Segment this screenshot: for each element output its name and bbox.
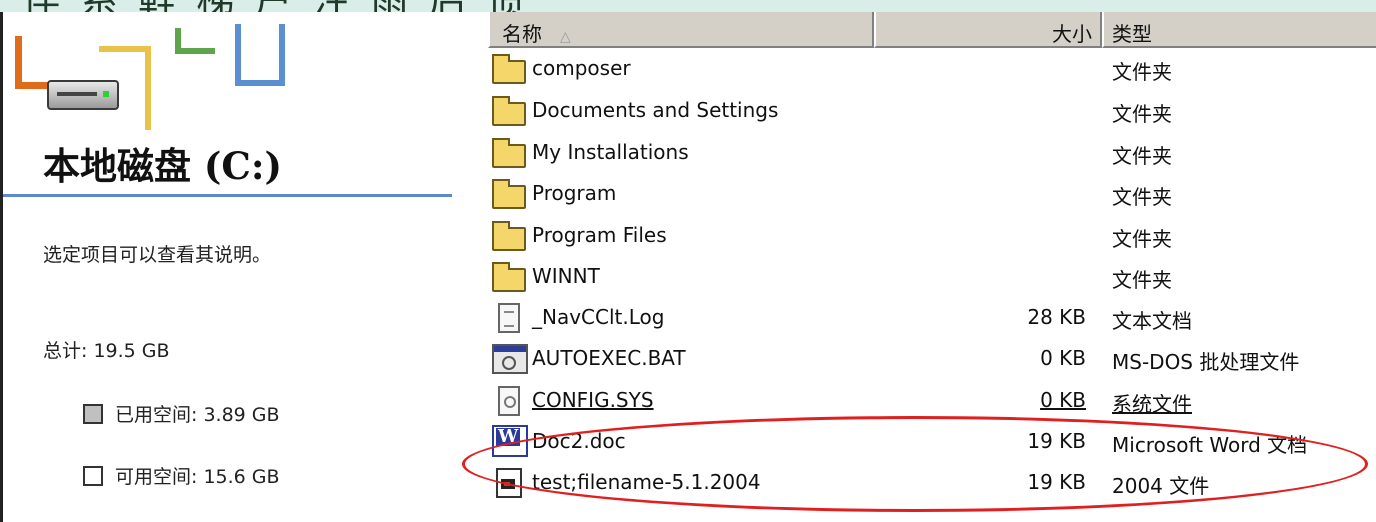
list-header: 名称 △ 大小 类型	[488, 12, 1376, 48]
file-name: Documents and Settings	[532, 98, 779, 122]
column-header-name-label: 名称	[502, 22, 542, 46]
file-row[interactable]: CONFIG.SYS 0 KB 系统文件	[492, 382, 1376, 420]
file-type: 2004 文件	[1112, 474, 1210, 498]
free-space-legend: 可用空间: 15.6 GB	[83, 462, 280, 489]
folder-icon	[492, 221, 526, 251]
file-list-view: 名称 △ 大小 类型 composer 文件夹 Documents and Setti…	[452, 12, 1376, 522]
free-space-swatch	[83, 465, 103, 486]
cropped-heading-text: 伴 系 鞋 梯 户 注 雨 后 惯	[22, 0, 529, 12]
file-size: 0 KB	[1040, 346, 1086, 370]
file-row[interactable]: test;filename-5.1.2004 19 KB 2004 文件	[492, 464, 1376, 502]
file-type: 文件夹	[1112, 227, 1172, 251]
file-name: WINNT	[532, 264, 600, 288]
task-pane: 本地磁盘 (C:) 选定项目可以查看其说明。 总计: 19.5 GB 已用空间:…	[0, 12, 455, 522]
file-type: 文本文档	[1112, 309, 1192, 333]
folder-icon	[492, 179, 526, 209]
file-row[interactable]: AUTOEXEC.BAT 0 KB MS-DOS 批处理文件	[492, 340, 1376, 378]
used-space-label: 已用空间: 3.89 GB	[115, 404, 280, 426]
folder-icon	[492, 262, 526, 292]
column-header-name[interactable]: 名称 △	[488, 12, 874, 48]
file-size: 19 KB	[1027, 429, 1086, 453]
cropped-heading-strip: 伴 系 鞋 梯 户 注 雨 后 惯	[0, 0, 1376, 12]
file-type: 系统文件	[1112, 392, 1192, 416]
file-row[interactable]: _NavCClt.Log 28 KB 文本文档	[492, 299, 1376, 337]
total-capacity: 总计: 19.5 GB	[43, 340, 170, 362]
used-space-swatch	[83, 403, 103, 424]
decor-blue-bracket	[235, 24, 285, 86]
file-type: 文件夹	[1112, 102, 1172, 126]
used-space-legend: 已用空间: 3.89 GB	[83, 400, 280, 427]
file-row[interactable]: WINNT 文件夹	[492, 258, 1376, 296]
drive-title: 本地磁盘 (C:)	[43, 144, 283, 188]
column-header-type[interactable]: 类型	[1102, 12, 1376, 48]
file-row[interactable]: Documents and Settings 文件夹	[492, 92, 1376, 130]
file-size: 28 KB	[1027, 305, 1086, 329]
hard-drive-icon	[47, 80, 119, 110]
file-name: Program Files	[532, 223, 667, 247]
file-type: Microsoft Word 文档	[1112, 433, 1308, 457]
file-name: composer	[532, 56, 631, 80]
decor-green-bracket	[175, 28, 215, 54]
file-type: MS-DOS 批处理文件	[1112, 350, 1300, 374]
title-divider	[3, 194, 453, 197]
file-name: My Installations	[532, 140, 689, 164]
selection-hint: 选定项目可以查看其说明。	[43, 244, 272, 266]
folder-icon	[492, 54, 526, 84]
file-type: 文件夹	[1112, 185, 1172, 209]
folder-icon	[492, 96, 526, 126]
file-row[interactable]: Program Files 文件夹	[492, 217, 1376, 255]
file-size: 19 KB	[1027, 470, 1086, 494]
column-header-size[interactable]: 大小	[874, 12, 1102, 48]
file-type: 文件夹	[1112, 144, 1172, 168]
file-size: 0 KB	[1040, 388, 1086, 412]
file-row[interactable]: W Doc2.doc 19 KB Microsoft Word 文档	[492, 423, 1376, 461]
file-type: 文件夹	[1112, 268, 1172, 292]
free-space-label: 可用空间: 15.6 GB	[115, 466, 280, 488]
sort-ascending-icon: △	[560, 29, 571, 45]
file-name: Program	[532, 181, 617, 205]
file-row[interactable]: Program 文件夹	[492, 175, 1376, 213]
file-type: 文件夹	[1112, 60, 1172, 84]
file-row[interactable]: My Installations 文件夹	[492, 134, 1376, 172]
folder-icon	[492, 138, 526, 168]
file-row[interactable]: composer 文件夹	[492, 50, 1376, 88]
